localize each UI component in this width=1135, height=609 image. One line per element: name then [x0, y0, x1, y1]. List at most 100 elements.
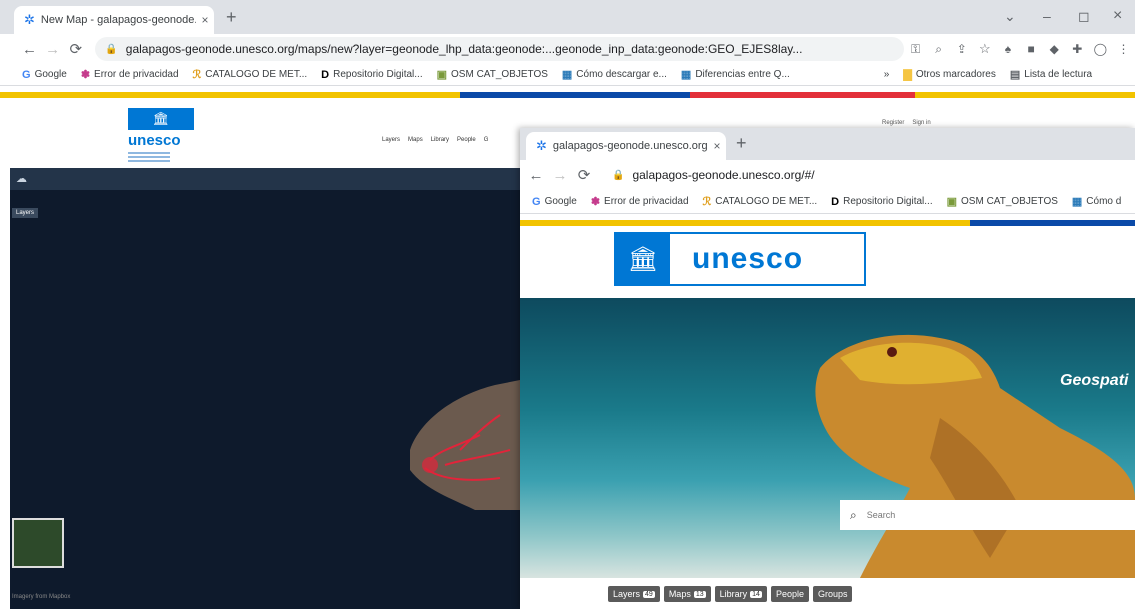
bookmark-google[interactable]: G Google — [22, 69, 67, 81]
menu-icon[interactable]: ⋮ — [1112, 42, 1135, 56]
extension-b-icon[interactable]: ■ — [1020, 42, 1043, 56]
bookmark-osm[interactable]: ▣ OSM CAT_OBJETOS — [437, 68, 548, 81]
back-tab-title: New Map - galapagos-geonode... — [40, 14, 196, 26]
forward-arrow-icon[interactable]: → — [548, 167, 572, 184]
nav-pill-maps[interactable]: Maps 13 — [663, 586, 711, 602]
back-unesco-logo[interactable]: 🏛 unesco — [128, 108, 194, 166]
bookmark-label: Cómo d — [1086, 196, 1122, 207]
register-link[interactable]: Register — [882, 120, 904, 126]
reload-icon[interactable]: ⟳ — [64, 40, 87, 58]
bookmark-repositorio[interactable]: D Repositorio Digital... — [321, 69, 422, 81]
bookmark-catalogo[interactable]: ℛ CATALOGO DE MET... — [703, 195, 818, 208]
bookmark-como-descargar[interactable]: ▦ Cómo d — [1072, 195, 1121, 208]
minimize-icon[interactable]: – — [1043, 8, 1051, 24]
front-tab-close-icon[interactable]: × — [708, 139, 726, 153]
search-box[interactable]: ⌕ Search — [840, 500, 1135, 530]
bookmark-google[interactable]: G Google — [532, 196, 577, 208]
bookmark-label: OSM CAT_OBJETOS — [451, 69, 548, 80]
back-address-bar[interactable]: 🔒 galapagos-geonode.unesco.org/maps/new?… — [95, 37, 904, 61]
geonode-favicon-icon: ✲ — [536, 138, 547, 153]
nav-pill-people[interactable]: People — [770, 586, 809, 602]
page-icon: ▦ — [680, 69, 692, 81]
back-new-tab-button[interactable]: + — [226, 7, 237, 28]
nav-pill-groups[interactable]: Groups — [812, 586, 853, 602]
nav-library[interactable]: Library — [431, 137, 449, 143]
puzzle-icon[interactable]: ✚ — [1066, 42, 1089, 56]
front-tab[interactable]: ✲ galapagos-geonode.unesco.org × — [526, 132, 726, 160]
zoom-icon[interactable]: ⌕ — [927, 42, 950, 57]
catalog-icon: ℛ — [702, 196, 712, 208]
share-icon[interactable]: ⇪ — [950, 42, 973, 56]
search-icon: ⌕ — [850, 507, 857, 522]
back-toolbar: ← → ⟳ 🔒 galapagos-geonode.unesco.org/map… — [0, 34, 1135, 64]
unesco-temple-icon: 🏛 — [616, 234, 670, 284]
front-tab-title: galapagos-geonode.unesco.org — [552, 140, 708, 152]
pill-label: Library — [719, 589, 748, 599]
back-bookmarks-bar: G Google ✽ Error de privacidad ℛ CATALOGO D… — [0, 64, 1135, 86]
iguana-image — [815, 334, 1135, 578]
front-new-tab-button[interactable]: + — [736, 133, 747, 154]
nav-maps[interactable]: Maps — [408, 137, 423, 143]
back-arrow-icon[interactable]: ← — [524, 167, 548, 184]
google-icon: G — [532, 195, 541, 208]
close-window-icon[interactable]: × — [1113, 7, 1122, 25]
catalog-icon: ℛ — [192, 69, 202, 81]
nav-layers[interactable]: Layers — [382, 137, 400, 143]
bookmark-catalogo[interactable]: ℛ CATALOGO DE MET... — [193, 68, 308, 81]
back-arrow-icon[interactable]: ← — [18, 41, 41, 58]
map-home-icon[interactable]: ☁ — [16, 172, 36, 186]
stripe-yellow — [520, 220, 970, 226]
nav-people[interactable]: People — [457, 137, 476, 143]
island-layer[interactable] — [400, 380, 520, 510]
bookmark-label: Error de privacidad — [604, 196, 689, 207]
geonode-favicon-icon: ✲ — [24, 12, 35, 27]
other-bookmarks[interactable]: ▇ Otros marcadores — [903, 68, 996, 81]
other-bookmarks-label: Otros marcadores — [915, 69, 996, 80]
pill-label: Layers — [613, 589, 641, 599]
map-attribution: Imagery from Mapbox — [12, 594, 71, 600]
star-icon[interactable]: ☆ — [973, 41, 996, 57]
bookmark-diferencias[interactable]: ▦ Diferencias entre Q... — [681, 68, 790, 81]
back-tab-close-icon[interactable]: × — [196, 13, 214, 27]
front-bookmarks-bar: G Google ✽ Error de privacidad ℛ CATALOGO D… — [520, 190, 1135, 214]
reading-list[interactable]: ▤ Lista de lectura — [1010, 68, 1092, 81]
search-placeholder: Search — [866, 510, 896, 520]
tab-search-icon[interactable]: ⌄ — [1004, 8, 1016, 25]
bookmark-repositorio[interactable]: D Repositorio Digital... — [831, 196, 932, 208]
nav-pill-layers[interactable]: Layers 49 — [608, 586, 660, 602]
unesco-logo[interactable]: 🏛 unesco — [614, 232, 866, 286]
back-site-nav: Layers Maps Library People G — [382, 137, 488, 143]
minimap-thumbnail[interactable] — [12, 518, 64, 568]
bookmark-como-descargar[interactable]: ▦ Cómo descargar e... — [562, 68, 667, 81]
pill-count: 13 — [693, 590, 706, 598]
nav-pill-library[interactable]: Library 14 — [714, 586, 767, 602]
back-auth-links: Register Sign in — [882, 120, 931, 126]
reload-icon[interactable]: ⟳ — [572, 166, 596, 184]
key-icon[interactable]: ⚿ — [904, 42, 927, 57]
front-address-bar[interactable]: 🔒 galapagos-geonode.unesco.org/#/ — [602, 163, 1132, 187]
signin-link[interactable]: Sign in — [912, 120, 930, 126]
extension-c-icon[interactable]: ◆ — [1043, 42, 1066, 56]
folder-icon: ▇ — [903, 69, 912, 81]
profile-icon[interactable]: ◯ — [1089, 42, 1112, 56]
pill-label: Groups — [817, 589, 848, 599]
front-browser-window: ✲ galapagos-geonode.unesco.org × + ← → ⟳… — [520, 128, 1135, 609]
layers-button[interactable]: Layers — [12, 208, 39, 218]
forward-arrow-icon[interactable]: → — [41, 41, 64, 58]
maximize-icon[interactable]: ◻ — [1078, 8, 1090, 25]
pill-label: Maps — [668, 589, 691, 599]
bookmark-osm[interactable]: ▣ OSM CAT_OBJETOS — [947, 195, 1058, 208]
bookmark-privacy-error[interactable]: ✽ Error de privacidad — [591, 195, 689, 208]
front-toolbar: ← → ⟳ 🔒 galapagos-geonode.unesco.org/#/ — [520, 160, 1135, 190]
page-icon: ▦ — [1071, 196, 1083, 208]
back-url-text: galapagos-geonode.unesco.org/maps/new?la… — [125, 42, 803, 56]
nav-groups[interactable]: G — [484, 137, 489, 143]
extension-a-icon[interactable]: ♠ — [996, 42, 1019, 56]
back-tab[interactable]: ✲ New Map - galapagos-geonode... × — [14, 6, 214, 34]
bookmark-privacy-error[interactable]: ✽ Error de privacidad — [81, 68, 179, 81]
bookmarks-overflow-icon[interactable]: » — [884, 69, 890, 80]
bookmark-label: Repositorio Digital... — [333, 69, 423, 80]
page-icon: ▦ — [561, 69, 573, 81]
bookmark-label: Cómo descargar e... — [576, 69, 667, 80]
osm-icon: ▣ — [436, 69, 448, 81]
